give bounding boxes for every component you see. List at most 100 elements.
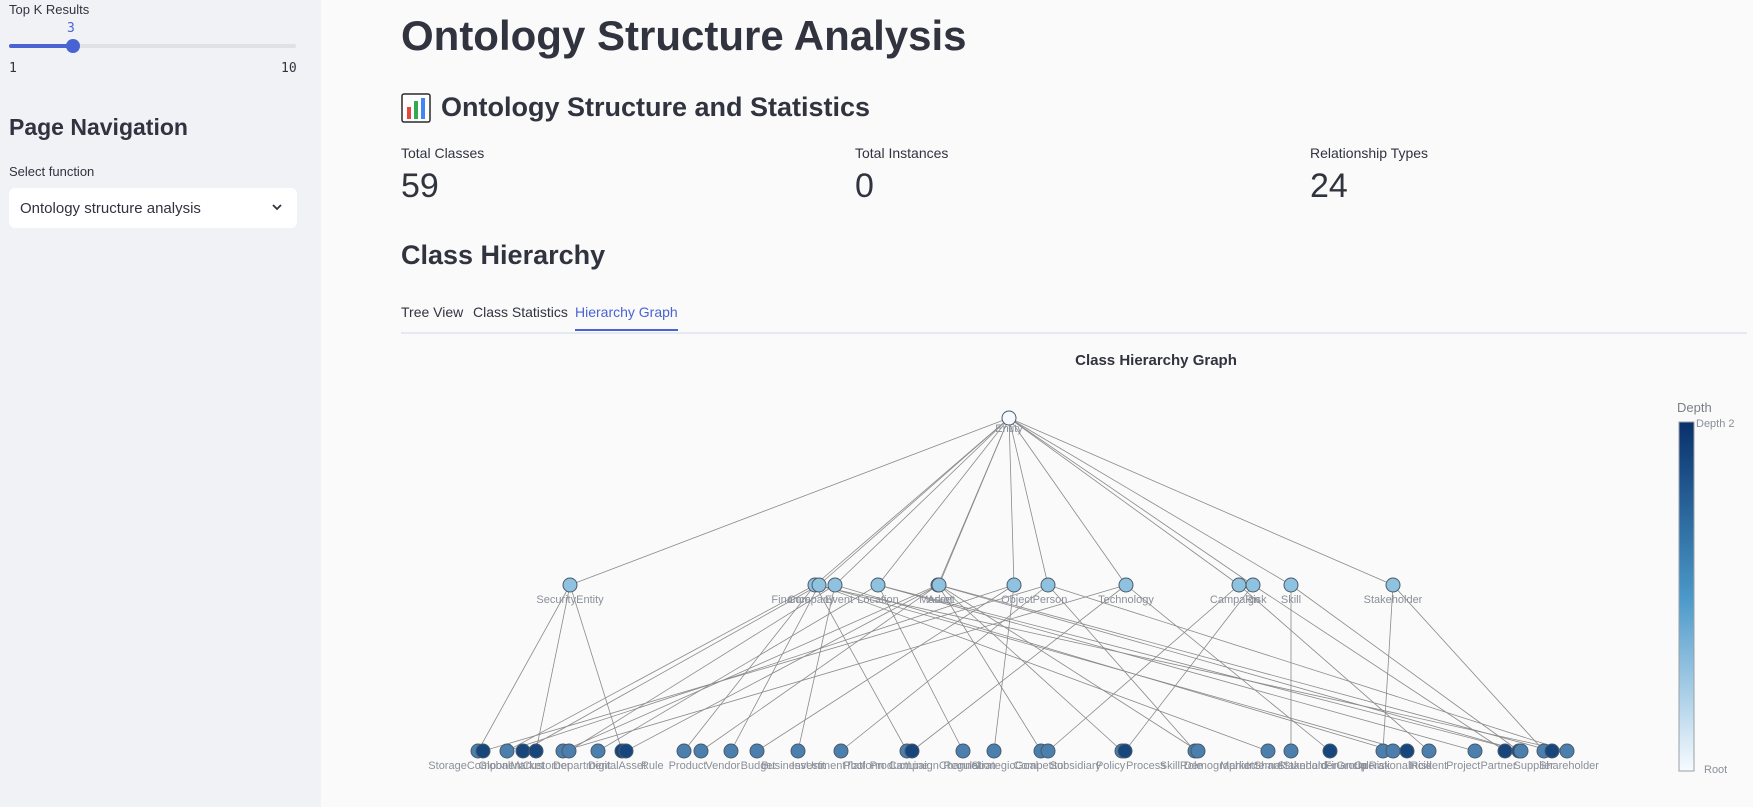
- graph-node-label: Partner: [1480, 760, 1516, 772]
- metric-total-instances: Total Instances 0: [855, 145, 948, 206]
- graph-node-level2[interactable]: [1117, 743, 1133, 759]
- sidebar: Top K Results 3 1 10 Page Navigation Sel…: [0, 0, 321, 807]
- graph-node-label: Policy: [1096, 760, 1126, 772]
- graph-node-level2[interactable]: [790, 743, 806, 759]
- graph-edge: [1008, 417, 1049, 586]
- section-title-text: Ontology Structure and Statistics: [441, 92, 871, 122]
- graph-node-label: Project: [1446, 760, 1480, 772]
- graph-node-level2[interactable]: [1040, 743, 1056, 759]
- slider-thumb[interactable]: [65, 39, 80, 53]
- graph-node-level2[interactable]: [1544, 743, 1560, 759]
- top-k-slider[interactable]: [9, 39, 296, 53]
- graph-edge: [814, 584, 1568, 752]
- graph-edge: [506, 584, 1015, 752]
- graph-edge: [625, 584, 940, 752]
- graph-node-level2[interactable]: [986, 743, 1002, 759]
- tab-class-statistics[interactable]: Class Statistics: [473, 304, 568, 329]
- graph-node-level2[interactable]: [1190, 743, 1206, 759]
- slider-fill: [9, 44, 73, 48]
- graph-edge: [1238, 584, 1430, 752]
- graph-node-level2[interactable]: [723, 743, 739, 759]
- graph-node-level2[interactable]: [1322, 743, 1338, 759]
- graph-node-label: Vendor: [705, 760, 740, 772]
- graph-node-level1[interactable]: [1283, 577, 1299, 593]
- graph-node-level2[interactable]: [1467, 743, 1483, 759]
- graph-edge: [1047, 584, 1240, 752]
- graph-node-label: Risk: [1245, 594, 1267, 606]
- metric-value: 0: [855, 167, 874, 205]
- graph-edge: [597, 584, 879, 752]
- graph-edge: [1047, 584, 1196, 752]
- graph-edge: [1008, 417, 1254, 586]
- graph-edge: [1008, 417, 1292, 586]
- page-title: Ontology Structure Analysis: [401, 12, 967, 59]
- metric-label: Total Classes: [401, 145, 485, 161]
- section-title: Ontology Structure and Statistics: [401, 92, 870, 123]
- graph-edge: [1124, 584, 1254, 752]
- graph-node-level2[interactable]: [590, 743, 606, 759]
- graph-node-level2[interactable]: [499, 743, 515, 759]
- graph-node-label: Skill: [1281, 594, 1301, 606]
- graph-edge: [1290, 584, 1520, 752]
- graph-node-level1[interactable]: [562, 577, 578, 593]
- graph-node-level1[interactable]: [827, 577, 843, 593]
- graph-node-level2[interactable]: [1385, 743, 1401, 759]
- graph-node-level2[interactable]: [693, 743, 709, 759]
- graph-node-level2[interactable]: [1559, 743, 1575, 759]
- select-function-dropdown[interactable]: Ontology structure analysis: [9, 188, 297, 228]
- select-function-value: Ontology structure analysis: [20, 199, 201, 217]
- graph-node-label: Person: [1033, 594, 1068, 606]
- class-hierarchy-graph[interactable]: Class Hierarchy Graph Entity SecurityEnti…: [401, 340, 1747, 780]
- graph-edge: [1008, 417, 1394, 586]
- graph-node-level2[interactable]: [955, 743, 971, 759]
- graph-node-level2[interactable]: [475, 743, 491, 759]
- colorbar-top-label: Depth 2: [1696, 418, 1735, 430]
- colorbar-title: Depth: [1677, 400, 1712, 415]
- tab-tree-view[interactable]: Tree View: [401, 304, 463, 329]
- tab-hierarchy-graph[interactable]: Hierarchy Graph: [575, 304, 678, 331]
- graph-node-level2[interactable]: [676, 743, 692, 759]
- graph-node-level1[interactable]: [1231, 577, 1247, 593]
- metric-label: Total Instances: [855, 145, 949, 161]
- graph-edges: [477, 417, 1568, 752]
- graph-node-label: Technology: [1098, 594, 1154, 606]
- graph-node-level2[interactable]: [1497, 743, 1513, 759]
- page-navigation-title: Page Navigation: [9, 114, 188, 140]
- graph-node-level2[interactable]: [618, 743, 634, 759]
- graph-node-level1[interactable]: [1006, 577, 1022, 593]
- graph-edge: [1008, 417, 1015, 586]
- graph-node-level1[interactable]: [931, 577, 947, 593]
- graph-node-level2[interactable]: [1399, 743, 1415, 759]
- graph-edge: [877, 584, 964, 752]
- graph-node-label: Event: [825, 594, 853, 606]
- graph-node-level1[interactable]: [1118, 577, 1134, 593]
- graph-edge: [1047, 584, 1568, 752]
- graph-node-level1[interactable]: [811, 577, 827, 593]
- graph-node-level2[interactable]: [1283, 743, 1299, 759]
- graph-node-level2[interactable]: [904, 743, 920, 759]
- graph-edge: [818, 584, 1408, 752]
- graph-node-level2[interactable]: [528, 743, 544, 759]
- graph-node-level1[interactable]: [870, 577, 886, 593]
- graph-node-level2[interactable]: [833, 743, 849, 759]
- graph-node-level2[interactable]: [515, 743, 531, 759]
- graph-edge: [938, 584, 1199, 752]
- graph-node-label: Product: [669, 760, 707, 772]
- graph-node-level2[interactable]: [1513, 743, 1529, 759]
- graph-node-level1[interactable]: [1245, 577, 1261, 593]
- graph-edge: [562, 584, 1127, 752]
- graph-node-label: Location: [857, 594, 899, 606]
- graph-edge: [569, 584, 623, 752]
- graph-edge: [562, 584, 939, 752]
- graph-node-level2[interactable]: [561, 743, 577, 759]
- graph-node-level2[interactable]: [749, 743, 765, 759]
- graph-node-level2[interactable]: [1260, 743, 1276, 759]
- graph-node-level2[interactable]: [1421, 743, 1437, 759]
- graph-edge: [1125, 584, 1331, 752]
- graph-edge: [700, 584, 939, 752]
- graph-node-level1[interactable]: [1040, 577, 1056, 593]
- metric-value: 24: [1310, 167, 1348, 205]
- depth-colorbar: [1678, 421, 1695, 772]
- graph-node-level1[interactable]: [1385, 577, 1401, 593]
- slider-max-label: 10: [281, 61, 297, 76]
